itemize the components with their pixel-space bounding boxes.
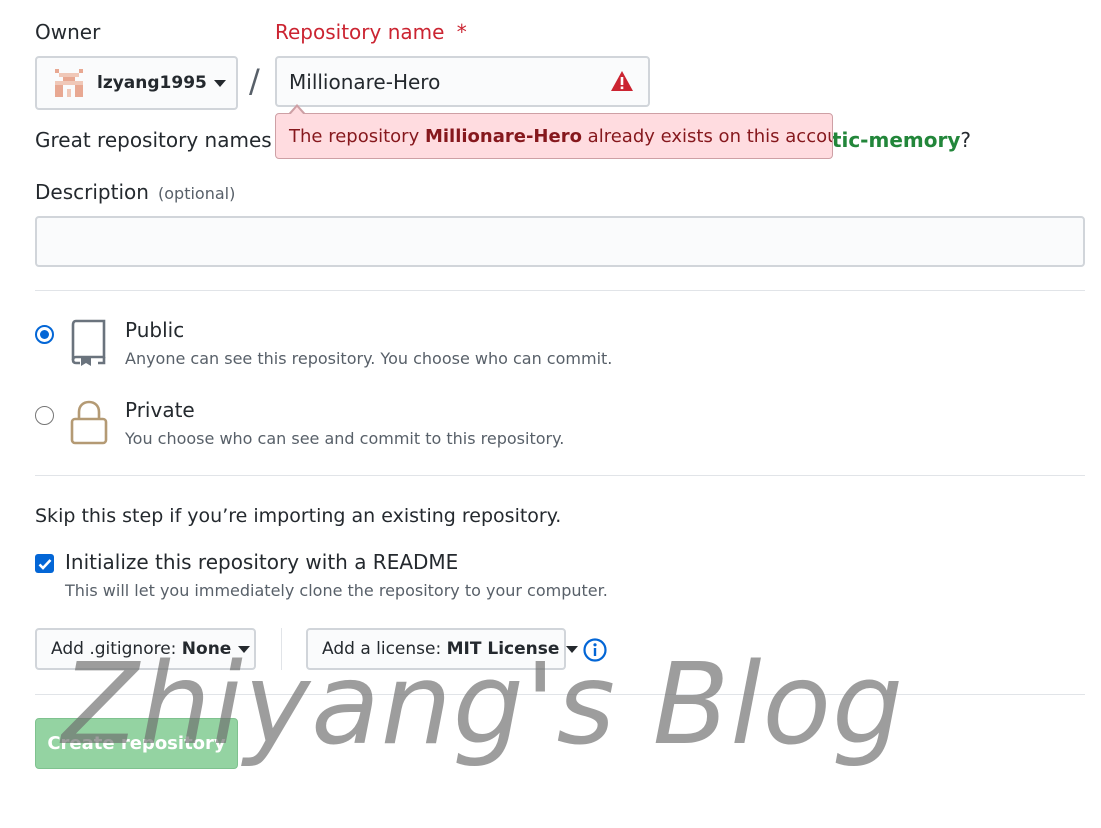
- divider: [35, 694, 1085, 695]
- chevron-down-icon: [213, 79, 226, 87]
- readme-desc: This will let you immediately clone the …: [65, 581, 608, 600]
- suggestion-name: stic-memory?: [820, 128, 971, 152]
- lock-icon: [70, 400, 108, 450]
- gitignore-dropdown[interactable]: Add .gitignore: None: [35, 628, 256, 670]
- create-repository-button[interactable]: Create repository: [35, 718, 238, 769]
- readme-label: Initialize this repository with a README: [65, 550, 459, 574]
- gitignore-value: None: [181, 639, 232, 659]
- license-value: MIT License: [446, 639, 560, 659]
- divider: [35, 290, 1085, 291]
- skip-text: Skip this step if you’re importing an ex…: [35, 505, 562, 527]
- info-icon[interactable]: [583, 638, 607, 666]
- repo-name-value: Millionare-Hero: [289, 69, 441, 94]
- readme-checkbox[interactable]: [35, 554, 54, 573]
- avatar: [55, 69, 83, 97]
- public-title: Public: [125, 318, 185, 342]
- owner-repo-separator: /: [249, 62, 260, 100]
- check-icon: [38, 558, 51, 570]
- description-label: Description (optional): [35, 180, 236, 204]
- repo-name-input[interactable]: Millionare-Hero: [275, 56, 650, 107]
- error-repo-name: Millionare-Hero: [424, 125, 582, 147]
- description-input[interactable]: [35, 216, 1085, 267]
- private-desc: You choose who can see and commit to thi…: [125, 429, 565, 448]
- private-title: Private: [125, 398, 195, 422]
- repo-name-label: Repository name *: [275, 20, 467, 44]
- repo-icon: [70, 318, 108, 372]
- private-radio[interactable]: [35, 406, 54, 425]
- repo-name-error-tooltip: The repository Millionare-Hero already e…: [275, 113, 833, 159]
- chevron-down-icon: [566, 645, 579, 653]
- public-radio[interactable]: [35, 325, 54, 344]
- suggestion-link[interactable]: stic-memory: [820, 128, 960, 152]
- warning-icon: [610, 70, 634, 92]
- owner-dropdown[interactable]: lzyang1995: [35, 56, 238, 110]
- divider: [35, 475, 1085, 476]
- chevron-down-icon: [238, 645, 251, 653]
- suggestion-text: Great repository names ar: [35, 128, 299, 152]
- license-dropdown[interactable]: Add a license: MIT License: [306, 628, 579, 670]
- divider: [281, 628, 282, 670]
- owner-name: lzyang1995: [97, 73, 207, 93]
- owner-label: Owner: [35, 20, 101, 44]
- public-desc: Anyone can see this repository. You choo…: [125, 349, 613, 368]
